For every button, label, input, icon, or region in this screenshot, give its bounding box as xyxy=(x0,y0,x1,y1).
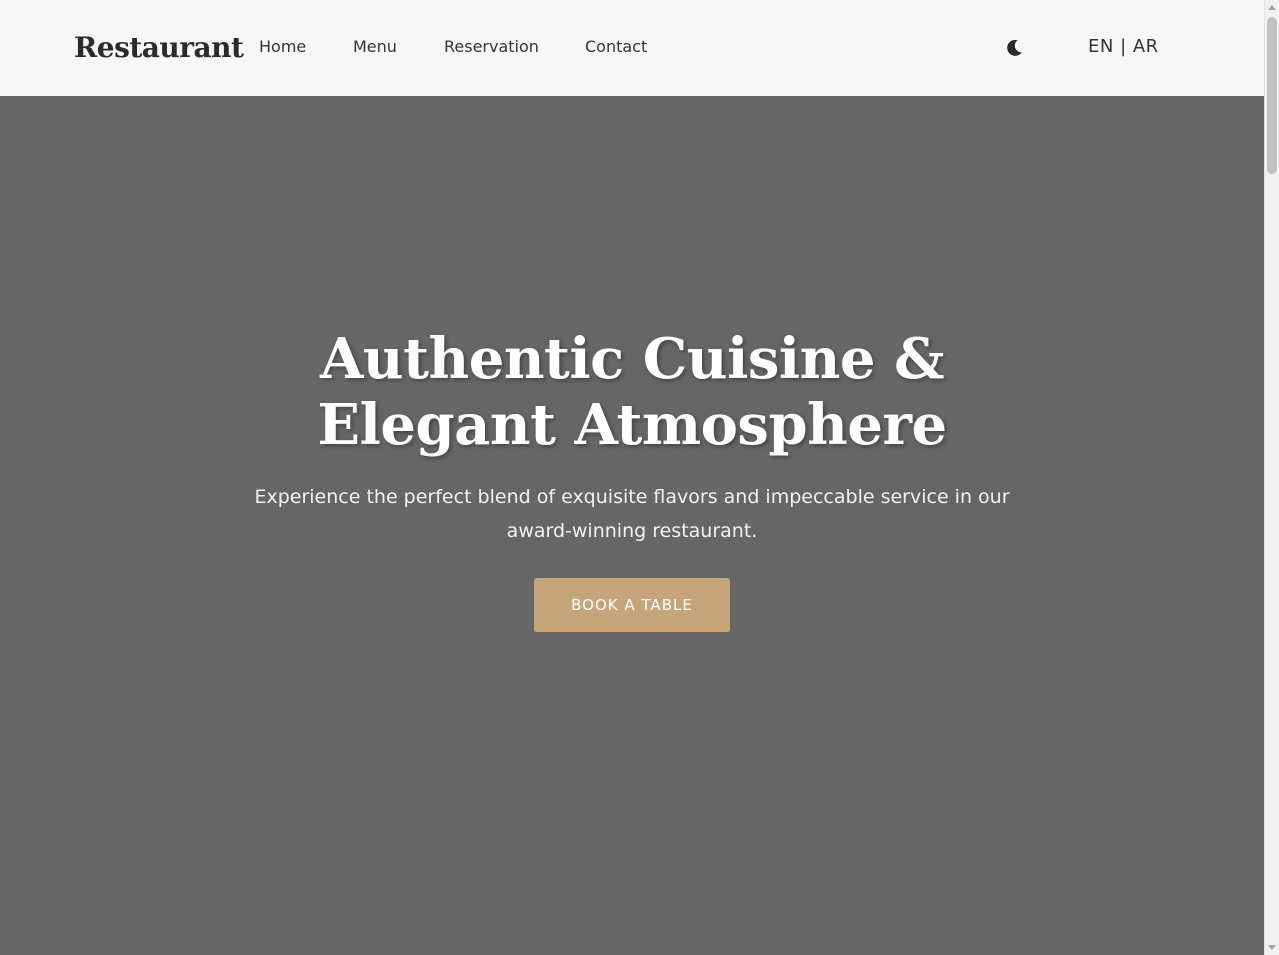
brand-logo[interactable]: Restaurant xyxy=(74,28,244,68)
hero-content: Authentic Cuisine & Elegant Atmosphere E… xyxy=(200,326,1064,632)
nav-link-home[interactable]: Home xyxy=(259,36,306,58)
scroll-up-arrow-icon[interactable] xyxy=(1268,5,1276,10)
scroll-down-arrow-icon[interactable] xyxy=(1268,945,1276,950)
hero-subtitle: Experience the perfect blend of exquisit… xyxy=(254,486,1010,542)
moon-icon xyxy=(1007,39,1022,56)
book-table-button[interactable]: BOOK A TABLE xyxy=(534,578,730,632)
lang-en-option[interactable]: EN xyxy=(1088,36,1114,57)
language-switcher: EN | AR xyxy=(1088,35,1159,59)
nav-link-menu[interactable]: Menu xyxy=(353,36,397,58)
vertical-scrollbar[interactable] xyxy=(1264,0,1279,955)
page: Restaurant Home Menu Reservation Contact… xyxy=(0,0,1279,955)
hero-section: Authentic Cuisine & Elegant Atmosphere E… xyxy=(0,96,1264,955)
lang-ar-option[interactable]: AR xyxy=(1133,36,1159,57)
nav-link-reservation[interactable]: Reservation xyxy=(444,36,539,58)
navbar: Restaurant Home Menu Reservation Contact… xyxy=(0,0,1264,96)
nav-link-contact[interactable]: Contact xyxy=(585,36,647,58)
lang-separator: | xyxy=(1113,36,1133,57)
hero-title: Authentic Cuisine & Elegant Atmosphere xyxy=(317,326,947,458)
theme-toggle-button[interactable] xyxy=(1002,36,1026,60)
scroll-thumb[interactable] xyxy=(1267,17,1277,174)
